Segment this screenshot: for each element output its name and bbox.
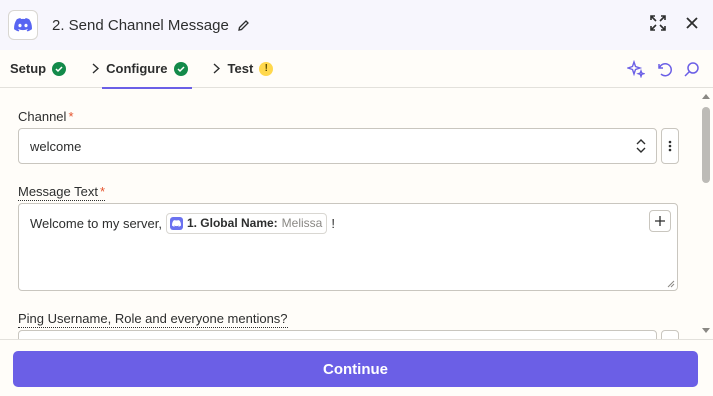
tab-configure[interactable]: Configure [102, 50, 192, 89]
required-mark: * [99, 184, 106, 199]
required-mark: * [68, 109, 74, 124]
expand-icon[interactable] [649, 14, 667, 32]
tab-label: Configure [106, 61, 168, 76]
form-body: Channel * welcome Message Text * Welcome t… [0, 89, 699, 339]
tab-setup[interactable]: Setup [10, 50, 67, 88]
channel-select[interactable]: welcome [18, 128, 657, 164]
pill-field-name: 1. Global Name: [186, 216, 278, 230]
message-text-input[interactable]: Welcome to my server, 1. Global Name: Me… [18, 203, 678, 291]
chevron-right-icon [90, 63, 100, 74]
message-prefix: Welcome to my server, [30, 215, 162, 231]
field-mapping-pill[interactable]: 1. Global Name: Melissa [165, 212, 328, 234]
message-text-label: Message Text * [18, 184, 106, 201]
tab-test[interactable]: Test ! [228, 50, 274, 88]
more-vertical-icon [668, 140, 672, 152]
channel-value: welcome [30, 138, 82, 154]
scroll-up-arrow-icon[interactable] [702, 94, 710, 99]
chevron-right-icon [212, 63, 222, 74]
pencil-icon[interactable] [237, 18, 251, 32]
resize-handle-icon[interactable] [667, 280, 675, 288]
plus-icon [655, 216, 665, 226]
channel-label: Channel * [18, 109, 74, 124]
scrollbar-thumb[interactable] [702, 107, 710, 183]
channel-label-text: Channel [18, 109, 67, 124]
ping-label-text: Ping Username, Role and everyone mention… [18, 311, 288, 326]
sparkle-icon[interactable] [627, 60, 645, 78]
tab-label: Test [227, 61, 254, 76]
channel-options-button[interactable] [661, 128, 679, 164]
step-title: 2. Send Channel Message [52, 16, 229, 34]
undo-icon[interactable] [655, 60, 673, 78]
step-editor-panel: 2. Send Channel Message Setup Configure [0, 0, 713, 396]
search-icon[interactable] [683, 60, 701, 78]
step-tabs: Setup Configure Test ! [0, 50, 713, 89]
updown-chevron-icon [636, 139, 646, 156]
pill-sample-value: Melissa [281, 216, 323, 230]
ping-mentions-select[interactable] [18, 330, 657, 339]
message-suffix: ! [331, 215, 335, 231]
ping-mentions-label: Ping Username, Role and everyone mention… [18, 311, 288, 328]
ping-options-button[interactable] [661, 330, 679, 339]
message-label-text: Message Text [18, 184, 98, 199]
panel-header: 2. Send Channel Message [0, 0, 713, 50]
check-circle-icon [52, 61, 67, 76]
warning-icon: ! [259, 61, 274, 76]
discord-icon [8, 10, 38, 40]
discord-icon [169, 216, 183, 230]
scrollbar[interactable] [699, 89, 713, 339]
close-icon[interactable] [683, 14, 701, 32]
check-circle-icon [173, 61, 188, 76]
scroll-down-arrow-icon[interactable] [702, 328, 710, 333]
tab-label: Setup [10, 61, 47, 76]
continue-button[interactable]: Continue [13, 351, 698, 387]
insert-data-button[interactable] [649, 210, 671, 232]
panel-footer: Continue [0, 339, 713, 396]
